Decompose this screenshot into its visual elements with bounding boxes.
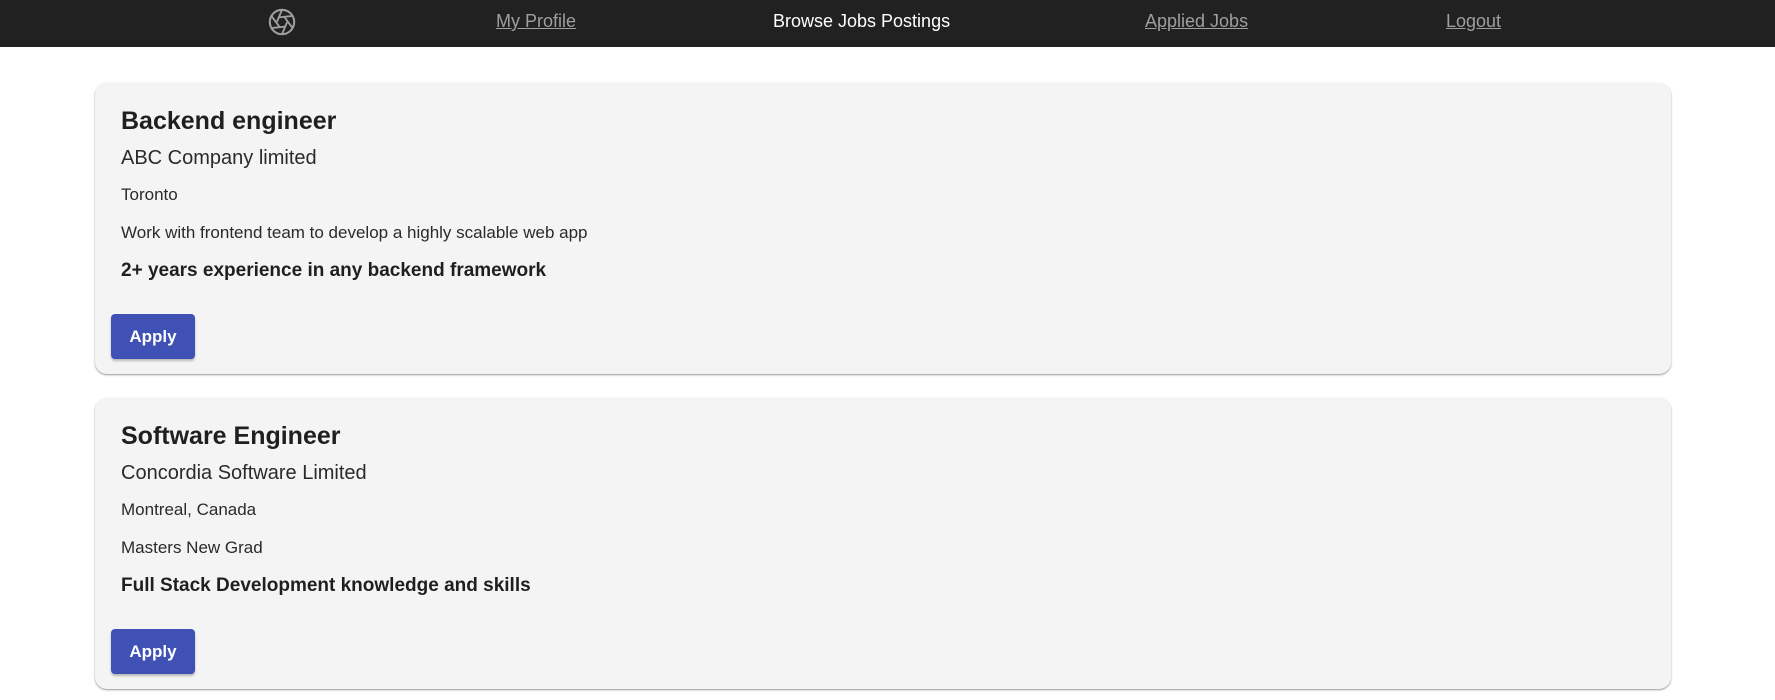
apply-button[interactable]: Apply xyxy=(111,629,195,674)
nav-link-logout[interactable]: Logout xyxy=(1446,10,1501,32)
job-requirement: Full Stack Development knowledge and ski… xyxy=(121,575,531,596)
top-navbar: My Profile Browse Jobs Postings Applied … xyxy=(0,0,1775,47)
job-description: Work with frontend team to develop a hig… xyxy=(121,223,588,242)
job-company: Concordia Software Limited xyxy=(121,462,367,484)
nav-link-my-profile[interactable]: My Profile xyxy=(496,10,576,32)
aperture-icon[interactable] xyxy=(267,7,297,37)
job-card: Backend engineer ABC Company limited Tor… xyxy=(95,83,1671,374)
job-title: Software Engineer xyxy=(121,422,341,450)
job-location: Toronto xyxy=(121,185,178,204)
job-location: Montreal, Canada xyxy=(121,500,257,519)
job-requirement: 2+ years experience in any backend frame… xyxy=(121,260,547,281)
job-card: Software Engineer Concordia Software Lim… xyxy=(95,398,1671,689)
nav-link-applied-jobs[interactable]: Applied Jobs xyxy=(1145,10,1248,32)
job-company: ABC Company limited xyxy=(121,147,317,169)
job-description: Masters New Grad xyxy=(121,538,263,557)
job-title: Backend engineer xyxy=(121,107,337,135)
apply-button[interactable]: Apply xyxy=(111,314,195,359)
nav-link-browse-jobs[interactable]: Browse Jobs Postings xyxy=(773,10,950,32)
